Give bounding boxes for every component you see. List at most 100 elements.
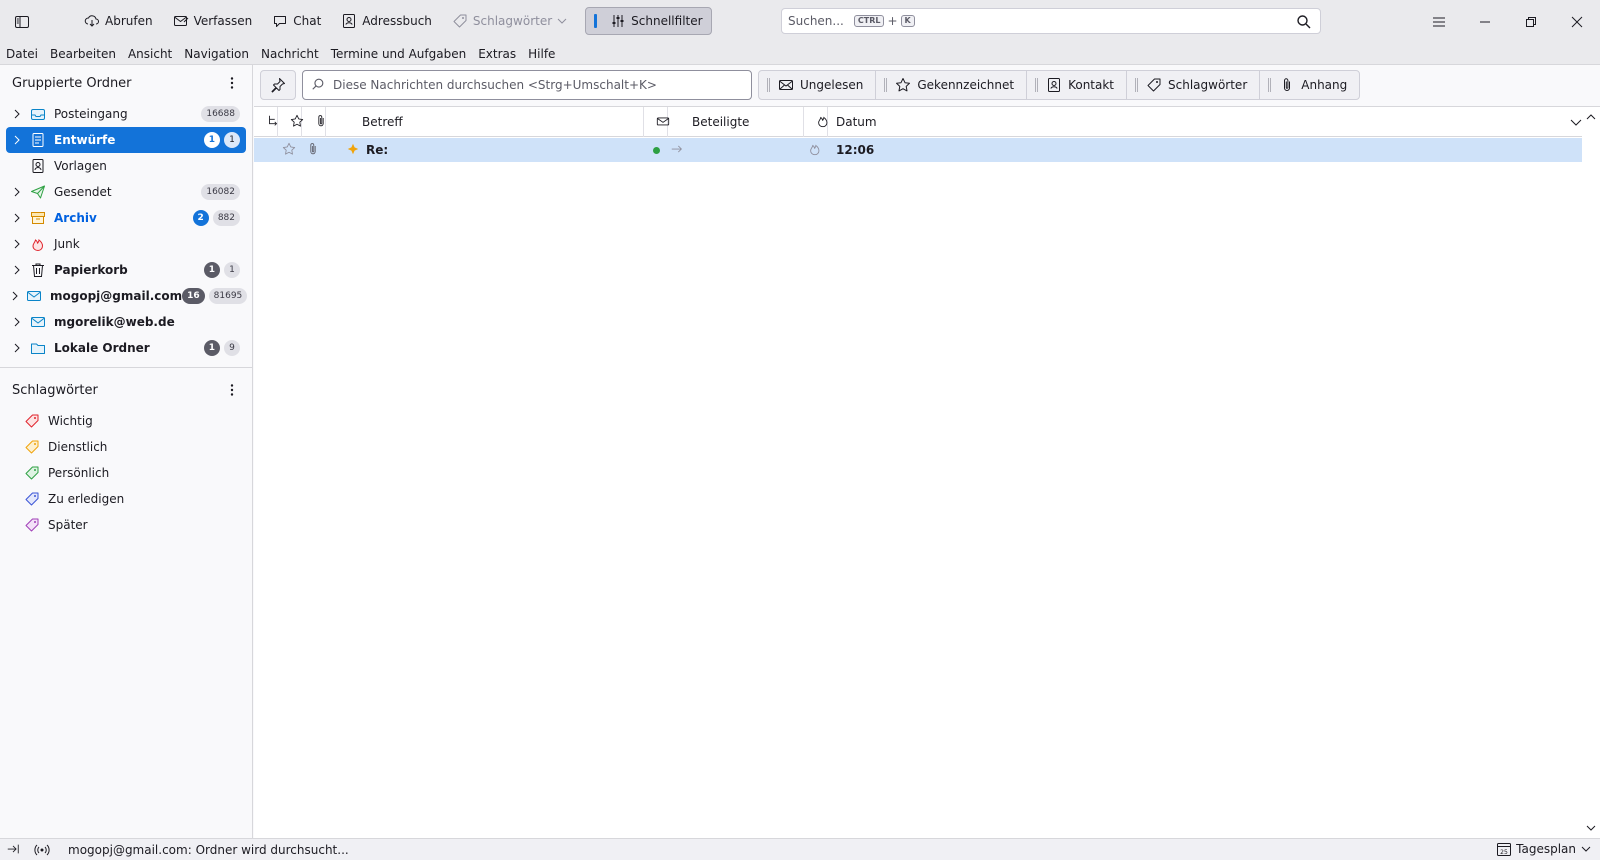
calendar-icon: 25 (1496, 841, 1512, 857)
tag-persoenlich[interactable]: Persönlich (6, 460, 246, 486)
tags-menu-button[interactable]: Schlagwörter (444, 7, 575, 35)
restore-button[interactable] (1508, 0, 1554, 43)
menu-termine[interactable]: Termine und Aufgaben (331, 47, 472, 61)
chat-button[interactable]: Chat (264, 7, 329, 35)
today-pane-button[interactable]: 25 Tagesplan (1496, 841, 1592, 857)
column-subject[interactable]: Betreff (326, 107, 644, 137)
filter-tags-button[interactable]: Schlagwörter (1127, 71, 1261, 99)
read-status-toggle[interactable] (644, 138, 668, 162)
chevron-right-icon[interactable] (10, 263, 24, 277)
filter-contact-button[interactable]: Kontakt (1027, 71, 1128, 99)
column-thread-toggle[interactable] (254, 107, 278, 137)
quick-filter-buttons: Ungelesen Gekennzeichnet Kontakt Schlagw… (758, 70, 1361, 100)
column-starred[interactable] (278, 107, 303, 137)
menu-nachricht[interactable]: Nachricht (261, 47, 325, 61)
chevron-right-icon[interactable] (10, 133, 24, 147)
sent-paper-plane-icon (30, 184, 46, 200)
folder-pane-more-button[interactable] (224, 75, 240, 91)
local-folders[interactable]: Lokale Ordner 1 9 (6, 335, 246, 361)
menu-ansicht[interactable]: Ansicht (128, 47, 178, 61)
write-message-button[interactable]: Verfassen (165, 7, 261, 35)
column-attachment[interactable] (302, 107, 326, 137)
pin-icon (270, 77, 286, 93)
tag-icon (24, 517, 40, 533)
quick-filter-sticky-toggle[interactable] (260, 70, 296, 100)
total-count-badge: 9 (224, 340, 240, 356)
scroll-up-icon[interactable] (1585, 111, 1597, 123)
minimize-button[interactable] (1462, 0, 1508, 43)
column-junk[interactable] (804, 107, 828, 137)
folder-archiv[interactable]: Archiv 2 882 (6, 205, 246, 231)
tags-pane-more-button[interactable] (224, 382, 240, 398)
collapse-sidebar-icon[interactable] (6, 842, 22, 858)
tags-pane-header: Schlagwörter (0, 372, 252, 408)
tag-dienstlich[interactable]: Dienstlich (6, 434, 246, 460)
quick-filter-search-box[interactable] (302, 70, 752, 100)
unread-count-badge: 1 (203, 340, 220, 356)
chevron-right-icon[interactable] (10, 341, 24, 355)
column-date[interactable]: Datum (828, 107, 1582, 137)
thread-pane: Betreff Beteiligte Datum Re: 12:06 (254, 107, 1600, 838)
quick-filter-bar: Ungelesen Gekennzeichnet Kontakt Schlagw… (254, 65, 1600, 107)
quick-filter-search-input[interactable] (333, 78, 743, 92)
address-book-button[interactable]: Adressbuch (333, 7, 440, 35)
active-indicator (594, 14, 598, 28)
tag-zu-erledigen[interactable]: Zu erledigen (6, 486, 246, 512)
write-message-label: Verfassen (193, 14, 253, 28)
folder-posteingang[interactable]: Posteingang 16688 (6, 101, 246, 127)
filter-starred-button[interactable]: Gekennzeichnet (876, 71, 1028, 99)
chevron-right-icon[interactable] (10, 211, 24, 225)
chevron-right-icon[interactable] (10, 315, 24, 329)
menu-datei[interactable]: Datei (6, 47, 44, 61)
spaces-toggle-button[interactable] (8, 8, 36, 36)
folder-gesendet[interactable]: Gesendet 16082 (6, 179, 246, 205)
chevron-right-icon[interactable] (10, 237, 24, 251)
quick-filter-button[interactable]: Schnellfilter (585, 7, 712, 35)
scroll-down-icon[interactable] (1585, 822, 1597, 834)
tag-icon (452, 13, 468, 29)
filter-unread-button[interactable]: Ungelesen (759, 71, 877, 99)
chevron-right-icon[interactable] (10, 107, 24, 121)
junk-toggle[interactable] (804, 138, 828, 162)
column-read-status[interactable] (644, 107, 669, 137)
close-button[interactable] (1554, 0, 1600, 43)
folder-papierkorb[interactable]: Papierkorb 1 1 (6, 257, 246, 283)
app-menu-button[interactable] (1416, 0, 1462, 43)
folder-entwuerfe[interactable]: Entwürfe 1 1 (6, 127, 246, 153)
account-webde[interactable]: mgorelik@web.de (6, 309, 246, 335)
close-icon (1569, 14, 1585, 30)
menu-navigation[interactable]: Navigation (184, 47, 255, 61)
menu-extras[interactable]: Extras (478, 47, 522, 61)
paperclip-icon (306, 142, 322, 158)
star-toggle[interactable] (278, 138, 302, 162)
account-gmail[interactable]: mogopj@gmail.com 16 81695 (6, 283, 248, 309)
tag-name: Später (48, 518, 88, 532)
get-messages-button[interactable]: Abrufen (76, 7, 161, 35)
global-search-box[interactable]: Suchen... CTRL + K (781, 8, 1321, 34)
tag-wichtig[interactable]: Wichtig (6, 408, 246, 434)
thread-scrollbar[interactable] (1582, 107, 1600, 838)
chevron-right-icon[interactable] (10, 185, 24, 199)
sidebar-icon (14, 14, 30, 30)
unread-count-badge: 1 (203, 132, 220, 148)
column-participants[interactable]: Beteiligte (668, 107, 804, 137)
online-status-icon[interactable] (34, 842, 50, 858)
tag-spaeter[interactable]: Später (6, 512, 246, 538)
folder-vorlagen[interactable]: Vorlagen (6, 153, 246, 179)
unread-count-badge: 1 (203, 262, 220, 278)
menu-hilfe[interactable]: Hilfe (528, 47, 561, 61)
filter-sliders-icon (610, 13, 626, 29)
folder-junk[interactable]: Junk (6, 231, 246, 257)
unified-toolbar: Abrufen Verfassen Chat Adressbuch Schlag… (0, 0, 1600, 43)
address-book-label: Adressbuch (362, 14, 432, 28)
chevron-right-icon[interactable] (10, 289, 20, 303)
chevron-down-icon[interactable] (1560, 114, 1582, 130)
tag-icon (24, 465, 40, 481)
menu-bearbeiten[interactable]: Bearbeiten (50, 47, 122, 61)
download-cloud-icon (84, 13, 100, 29)
table-row[interactable]: Re: 12:06 (254, 138, 1582, 162)
total-count-badge: 16688 (201, 106, 240, 122)
search-icon[interactable] (1296, 14, 1312, 30)
filter-attachment-button[interactable]: Anhang (1260, 71, 1359, 99)
archive-box-icon (30, 210, 46, 226)
